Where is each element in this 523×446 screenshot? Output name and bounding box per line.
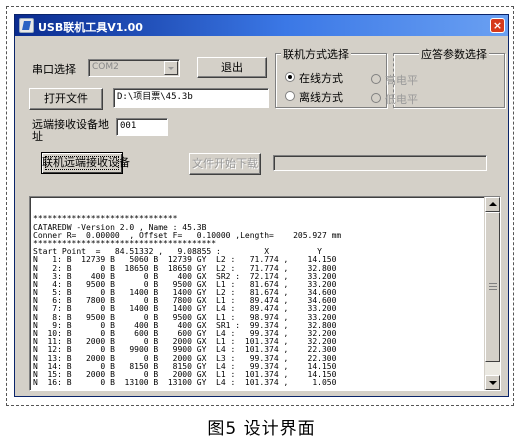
download-progress-field [273,155,487,171]
file-path-field[interactable]: D:\项目票\45.3b [113,88,269,108]
radio-offline[interactable] [285,91,295,101]
output-line: N 16: B 0 B 13100 B 13100 GY L4 : 101.37… [33,378,337,388]
connect-remote-button[interactable]: 联机远端接收设备 [41,152,130,174]
vertical-scrollbar[interactable] [484,197,500,390]
radio-offline-label[interactable]: 离线方式 [299,89,343,105]
start-download-button[interactable]: 文件开始下载 [189,153,261,175]
grip-line [489,286,497,287]
exit-button[interactable]: 退出 [197,57,267,78]
radio-selected-dot [288,75,292,79]
remote-address-label-line2: 址 [32,130,43,143]
figure-caption: 图5 设计界面 [207,419,316,439]
grip-line [489,283,497,284]
radio-low-level-label[interactable]: 低电平 [385,91,418,107]
radio-online[interactable] [285,72,295,82]
scroll-thumb[interactable] [485,212,500,362]
response-group-title: 应答参数选择 [419,46,489,62]
chevron-down-icon[interactable] [164,61,178,75]
serial-port-label: 串口选择 [32,63,76,76]
radio-high-level[interactable] [371,74,381,84]
scroll-up-icon[interactable] [485,197,500,212]
serial-port-value: COM2 [92,62,119,72]
window-title: USB联机工具V1.00 [38,21,143,34]
title-bar[interactable]: USB联机工具V1.00 × [15,15,508,36]
radio-low-level[interactable] [371,93,381,103]
radio-high-level-label[interactable]: 高电平 [385,72,418,88]
output-text: ****************************** CATAREDW -… [33,199,413,387]
serial-port-select[interactable]: COM2 [88,59,180,77]
mode-group-title: 联机方式选择 [281,46,351,62]
output-log[interactable]: ****************************** CATAREDW -… [29,196,501,391]
remote-address-label-line1: 远端接收设备地 [32,118,109,131]
scroll-down-icon[interactable] [485,375,500,390]
app-window: USB联机工具V1.00 × 串口选择 COM2 退出 打开文件 D:\项目票\… [14,14,509,397]
remote-address-field[interactable]: 001 [116,118,168,136]
radio-online-label[interactable]: 在线方式 [299,70,343,86]
focus-ring [45,156,119,170]
app-icon [19,18,34,33]
close-icon[interactable]: × [490,18,505,33]
open-file-button[interactable]: 打开文件 [29,88,103,110]
grip-line [489,289,497,290]
